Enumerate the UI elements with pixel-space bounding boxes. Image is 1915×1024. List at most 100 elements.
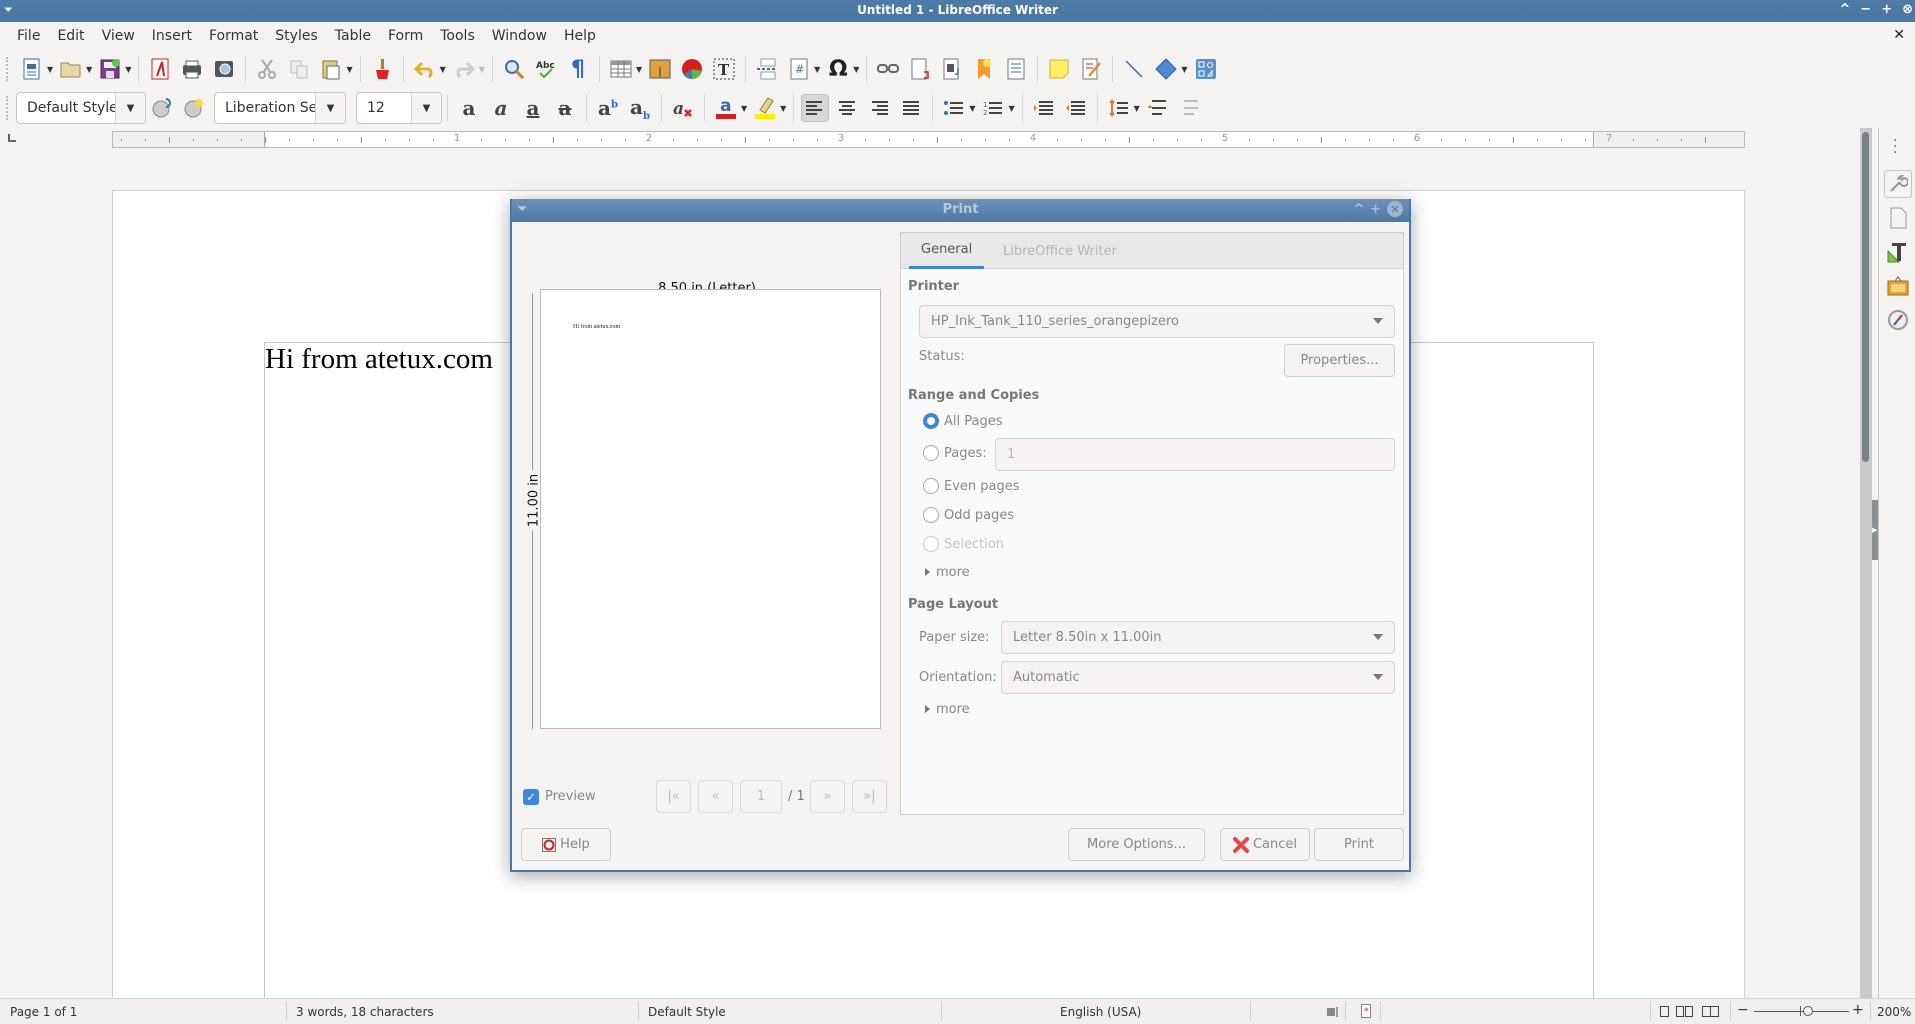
insert-footnote-icon[interactable] — [906, 55, 934, 83]
print-icon[interactable] — [178, 55, 206, 83]
range-more-expander[interactable]: more — [925, 565, 970, 580]
zoom-slider[interactable] — [1754, 1011, 1849, 1012]
all-pages-label[interactable]: All Pages — [944, 414, 1003, 429]
cut-icon[interactable] — [253, 55, 281, 83]
menu-edit[interactable]: Edit — [48, 28, 92, 44]
orientation-select[interactable]: Automatic — [1001, 661, 1395, 694]
printer-select[interactable]: HP_Ink_Tank_110_series_orangepizero — [919, 305, 1395, 338]
language-status[interactable]: English (USA) — [1060, 1005, 1141, 1019]
decrease-paragraph-spacing-icon[interactable] — [1176, 94, 1204, 122]
dialog-titlebar[interactable]: ⏷ Print ^ + ✕ — [512, 199, 1409, 222]
redo-icon[interactable] — [450, 55, 478, 83]
insert-line-icon[interactable] — [1120, 55, 1148, 83]
subscript-icon[interactable]: ab — [626, 94, 654, 122]
font-name-value[interactable]: Liberation Se — [215, 100, 315, 116]
export-pdf-icon[interactable] — [146, 55, 174, 83]
vertical-scrollbar[interactable] — [1860, 128, 1872, 998]
horizontal-ruler[interactable]: 1 2 3 4 5 6 7 — [112, 131, 1745, 148]
selection-mode-icon[interactable] — [1327, 1006, 1339, 1020]
formatting-marks-icon[interactable]: ¶ — [564, 55, 592, 83]
toolbar-grip[interactable] — [6, 57, 10, 81]
odd-pages-label[interactable]: Odd pages — [944, 508, 1014, 523]
open-folder-icon[interactable] — [57, 55, 85, 83]
paste-icon[interactable] — [317, 55, 345, 83]
insert-chart-icon[interactable] — [678, 55, 706, 83]
zoom-out-button[interactable]: − — [1737, 1002, 1749, 1018]
undo-dropdown-icon[interactable]: ▼ — [440, 65, 446, 74]
insert-image-icon[interactable] — [646, 55, 674, 83]
tab-stop-type-icon[interactable] — [8, 134, 16, 142]
menu-styles[interactable]: Styles — [266, 28, 325, 44]
clone-formatting-icon[interactable] — [368, 55, 396, 83]
sidebar-menu-icon[interactable]: · · · — [1893, 134, 1897, 160]
bullet-dropdown-icon[interactable]: ▼ — [969, 104, 975, 113]
window-shade-button[interactable]: ^ — [1839, 2, 1850, 17]
insert-endnote-icon[interactable] — [938, 55, 966, 83]
special-char-dropdown-icon[interactable]: ▼ — [853, 65, 859, 74]
layout-more-expander[interactable]: more — [925, 702, 970, 717]
tab-libreoffice-writer[interactable]: LibreOffice Writer — [991, 233, 1129, 269]
insert-cross-reference-icon[interactable] — [1002, 55, 1030, 83]
highlight-dropdown-icon[interactable]: ▼ — [780, 104, 786, 113]
insert-comment-icon[interactable] — [1045, 55, 1073, 83]
insert-bookmark-icon[interactable] — [970, 55, 998, 83]
insert-table-icon[interactable] — [607, 55, 635, 83]
chevron-down-icon[interactable]: ▼ — [411, 93, 441, 123]
page-number-field[interactable]: 1 — [740, 780, 782, 813]
more-options-button[interactable]: More Options... — [1068, 828, 1205, 861]
increase-paragraph-spacing-icon[interactable] — [1144, 94, 1172, 122]
single-page-view-icon[interactable] — [1660, 1006, 1670, 1020]
window-minimize-button[interactable]: − — [1860, 2, 1871, 17]
strikethrough-icon[interactable]: a — [551, 94, 579, 122]
zoom-level-status[interactable]: 200% — [1877, 1005, 1911, 1019]
increase-indent-icon[interactable] — [1030, 94, 1058, 122]
line-spacing-dropdown-icon[interactable]: ▼ — [1134, 104, 1140, 113]
preview-checkbox-label[interactable]: Preview — [545, 789, 596, 804]
print-button[interactable]: Print — [1314, 828, 1404, 861]
italic-icon[interactable]: a — [487, 94, 515, 122]
pages-radio[interactable] — [923, 445, 939, 461]
menu-file[interactable]: File — [8, 28, 48, 44]
paragraph-style-combo[interactable]: Default Style ▼ — [16, 92, 146, 124]
dialog-close-icon[interactable]: ✕ — [1387, 201, 1403, 217]
dialog-maximize-icon[interactable]: + — [1370, 202, 1381, 217]
font-color-icon[interactable]: a — [712, 94, 740, 122]
underline-icon[interactable]: a — [519, 94, 547, 122]
paper-size-select[interactable]: Letter 8.50in x 11.00in — [1001, 621, 1395, 654]
table-dropdown-icon[interactable]: ▼ — [636, 65, 642, 74]
menu-insert[interactable]: Insert — [143, 28, 200, 44]
print-preview-icon[interactable] — [210, 55, 238, 83]
superscript-icon[interactable]: ab — [594, 94, 622, 122]
cancel-button[interactable]: Cancel — [1220, 828, 1310, 861]
clear-formatting-icon[interactable]: a — [669, 94, 697, 122]
insert-hyperlink-icon[interactable] — [874, 55, 902, 83]
help-button[interactable]: Help — [521, 828, 611, 861]
new-document-icon[interactable] — [18, 55, 46, 83]
spelling-icon[interactable]: Abc — [532, 55, 560, 83]
page-icon[interactable] — [1884, 204, 1912, 232]
align-right-icon[interactable] — [865, 94, 893, 122]
save-dropdown-icon[interactable]: ▼ — [125, 65, 131, 74]
redo-dropdown-icon[interactable]: ▼ — [479, 65, 485, 74]
menu-help[interactable]: Help — [555, 28, 604, 44]
undo-icon[interactable] — [411, 55, 439, 83]
tab-general[interactable]: General — [909, 233, 985, 269]
field-dropdown-icon[interactable]: ▼ — [814, 65, 820, 74]
menu-table[interactable]: Table — [326, 28, 379, 44]
insert-textbox-icon[interactable]: T — [710, 55, 738, 83]
book-view-icon[interactable] — [1702, 1006, 1720, 1020]
menu-window[interactable]: Window — [483, 28, 555, 44]
pages-range-input[interactable]: 1 — [995, 438, 1395, 471]
new-dropdown-icon[interactable]: ▼ — [47, 65, 53, 74]
properties-wrench-icon[interactable] — [1884, 170, 1912, 198]
font-size-combo[interactable]: 12 ▼ — [356, 92, 442, 124]
last-page-button[interactable]: »| — [852, 780, 887, 813]
save-icon[interactable] — [96, 55, 124, 83]
gallery-icon[interactable] — [1884, 272, 1912, 300]
insert-page-break-icon[interactable] — [753, 55, 781, 83]
window-maximize-button[interactable]: + — [1881, 2, 1892, 17]
font-color-dropdown-icon[interactable]: ▼ — [741, 104, 747, 113]
find-replace-icon[interactable] — [500, 55, 528, 83]
first-page-button[interactable]: |« — [656, 780, 691, 813]
align-center-icon[interactable] — [833, 94, 861, 122]
